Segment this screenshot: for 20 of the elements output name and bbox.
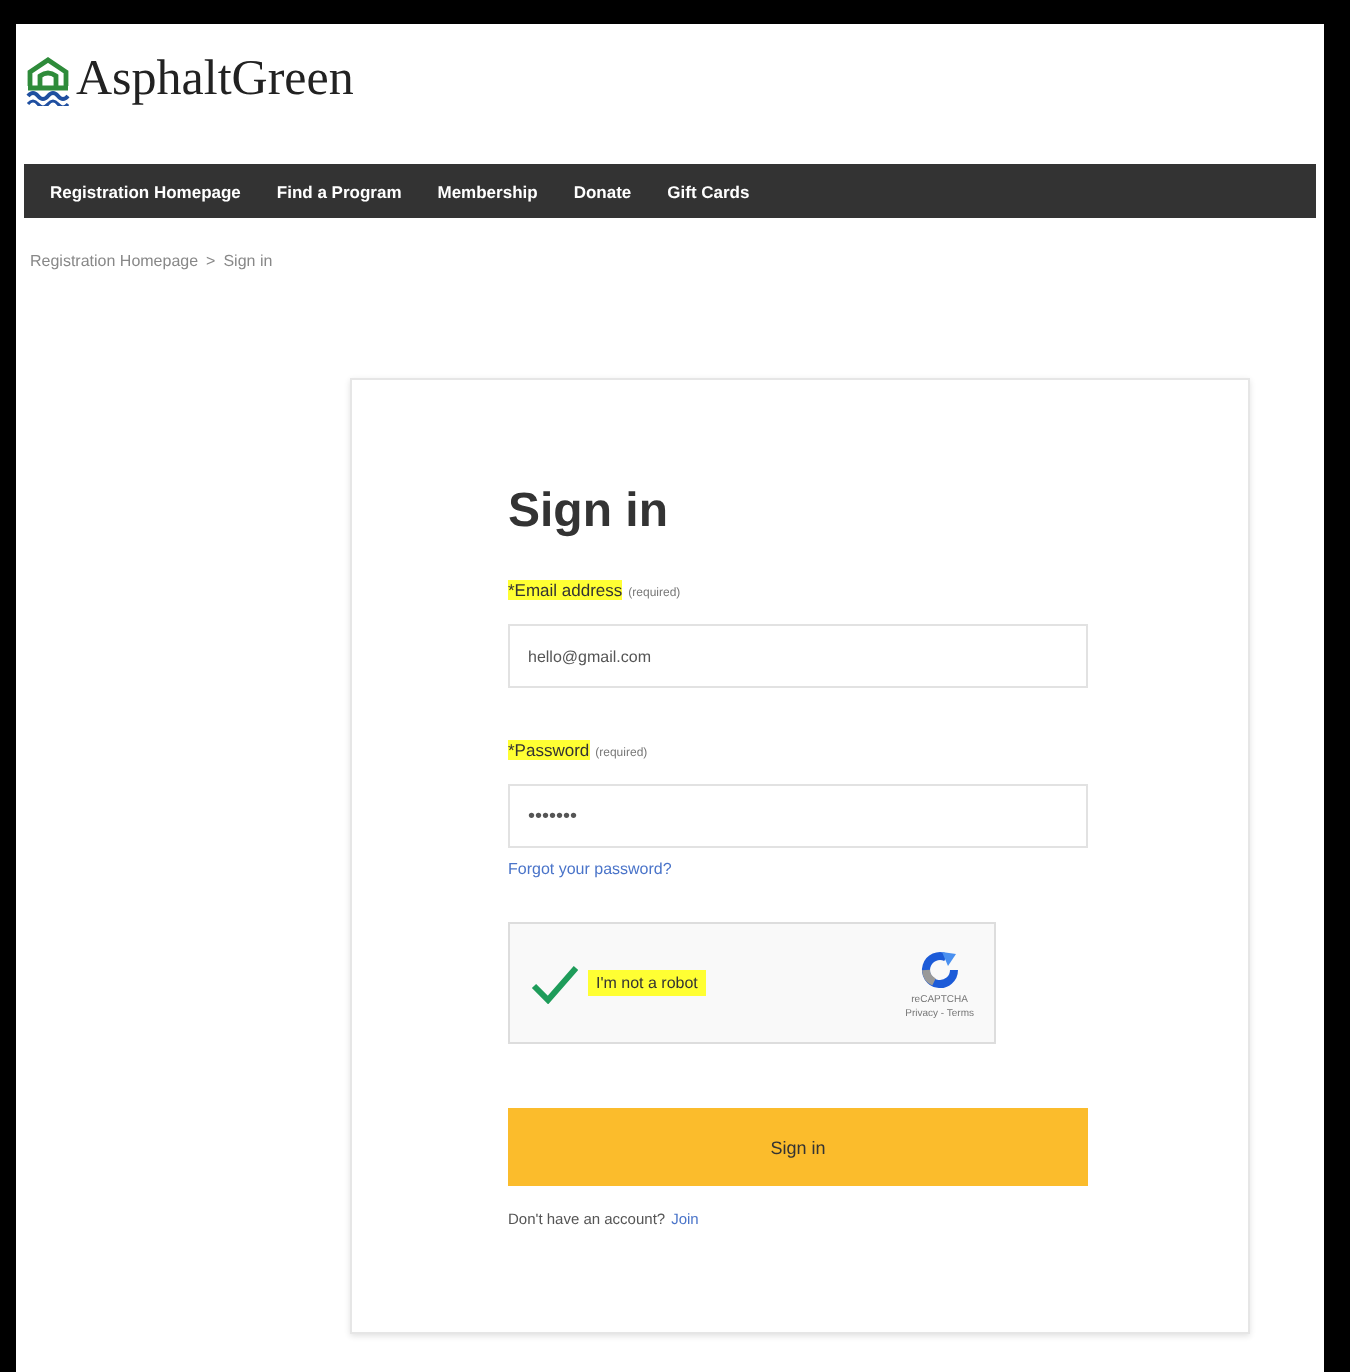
password-field[interactable]: ••••••• (508, 784, 1088, 848)
email-field[interactable]: hello@gmail.com (508, 624, 1088, 688)
nav-link[interactable]: Donate (555, 181, 650, 201)
recaptcha-icon (917, 947, 962, 991)
logo-icon (24, 54, 72, 106)
captcha-label: I'm not a robot (588, 970, 706, 996)
field-label: *Email address (508, 580, 623, 600)
logo-text: AsphaltGreen (76, 52, 354, 108)
forgot-password-link[interactable]: Forgot your password? (508, 860, 1088, 878)
field-label: *Password (508, 740, 590, 760)
nav-link[interactable]: Gift Cards (649, 181, 768, 201)
checkmark-icon[interactable] (530, 963, 578, 1003)
sign-in-button[interactable]: Sign in (508, 1108, 1088, 1186)
breadcrumb-item: Sign in (223, 252, 273, 270)
form-title: Sign in (508, 484, 670, 540)
breadcrumb-item[interactable]: Registration Homepage (30, 252, 199, 270)
nav-link[interactable]: Membership (419, 181, 556, 201)
nav-link[interactable]: Registration Homepage (32, 181, 259, 201)
nav-link[interactable]: Find a Program (258, 181, 420, 201)
breadcrumb-separator: > (206, 252, 216, 270)
